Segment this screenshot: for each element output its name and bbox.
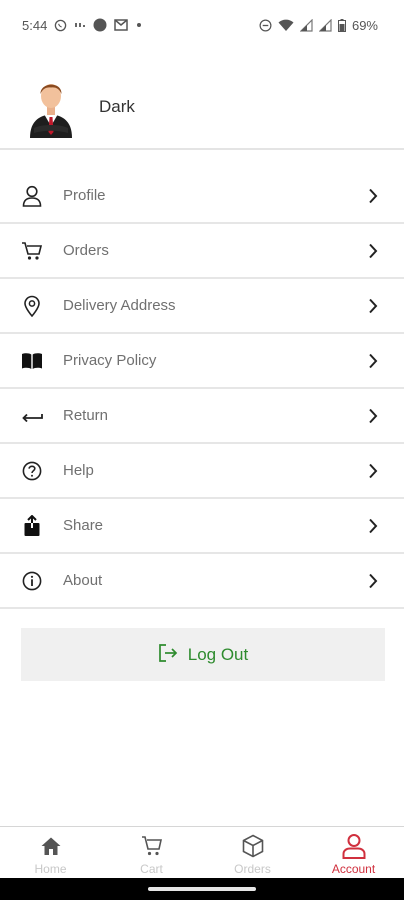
status-bar: 5:44 69% [0, 0, 404, 50]
menu-item-help[interactable]: Help [0, 444, 404, 499]
chevron-right-icon [366, 572, 380, 590]
nav-label: Account [331, 862, 376, 876]
nav-label: Cart [140, 862, 163, 876]
nav-label: Orders [234, 862, 271, 876]
status-time: 5:44 [22, 17, 48, 33]
menu-item-delivery-address[interactable]: Delivery Address [0, 279, 404, 334]
chevron-right-icon [366, 407, 380, 425]
user-name: Dark [99, 97, 135, 116]
menu-item-profile[interactable]: Profile [0, 169, 404, 224]
menu-item-share[interactable]: Share [0, 499, 404, 554]
battery-icon [337, 18, 346, 32]
menu-item-label: Share [63, 517, 104, 534]
avatar [28, 76, 74, 138]
menu-item-label: Profile [63, 187, 106, 204]
menu-item-about[interactable]: About [0, 554, 404, 609]
whatsapp-icon [54, 19, 67, 32]
home-icon [38, 833, 64, 859]
menu-item-label: Orders [63, 242, 109, 259]
signal-icon [318, 18, 332, 32]
wifi-icon [278, 19, 294, 32]
logout-label: Log Out [187, 644, 249, 664]
help-icon [21, 460, 43, 482]
logout-icon [158, 643, 178, 666]
bottom-nav: Home Cart Orders Account [0, 826, 404, 878]
nav-label: Home [34, 862, 67, 876]
record-dot-icon [93, 18, 107, 32]
book-icon [21, 350, 43, 372]
location-pin-icon [21, 295, 43, 317]
menu-item-orders[interactable]: Orders [0, 224, 404, 279]
chevron-right-icon [366, 187, 380, 205]
signal-icon [299, 18, 313, 32]
profile-header[interactable]: Dark [0, 66, 404, 148]
chevron-right-icon [366, 242, 380, 260]
status-left: 5:44 [22, 18, 143, 33]
network-text-icon [74, 20, 86, 30]
battery-percent: 69% [351, 17, 378, 33]
chevron-right-icon [366, 297, 380, 315]
account-menu: Profile Orders Delivery Address Privacy … [0, 169, 404, 609]
menu-item-label: Return [63, 407, 109, 424]
cart-icon [139, 833, 165, 859]
menu-item-label: Delivery Address [63, 297, 176, 314]
menu-item-return[interactable]: Return [0, 389, 404, 444]
dnd-icon [259, 19, 272, 32]
info-icon [21, 570, 43, 592]
menu-item-label: Help [63, 462, 94, 479]
gesture-handle[interactable] [148, 887, 256, 891]
user-icon [21, 185, 43, 207]
notification-dot-icon [135, 21, 143, 29]
chevron-right-icon [366, 352, 380, 370]
nav-item-cart[interactable]: Cart [101, 827, 202, 878]
nav-item-home[interactable]: Home [0, 827, 101, 878]
cart-icon [21, 240, 43, 262]
chevron-right-icon [366, 462, 380, 480]
gmail-icon [114, 19, 129, 31]
return-arrow-icon [21, 405, 43, 427]
system-navigation-bar [0, 878, 404, 900]
nav-item-orders[interactable]: Orders [202, 827, 303, 878]
menu-item-label: About [63, 572, 103, 589]
chevron-right-icon [366, 517, 380, 535]
share-icon [21, 514, 43, 537]
account-icon [341, 833, 367, 859]
nav-item-account[interactable]: Account [303, 827, 404, 878]
divider [0, 148, 404, 150]
box-icon [240, 833, 266, 859]
status-right: 69% [259, 18, 378, 33]
menu-item-privacy-policy[interactable]: Privacy Policy [0, 334, 404, 389]
menu-item-label: Privacy Policy [63, 352, 157, 369]
logout-button[interactable]: Log Out [21, 628, 385, 681]
